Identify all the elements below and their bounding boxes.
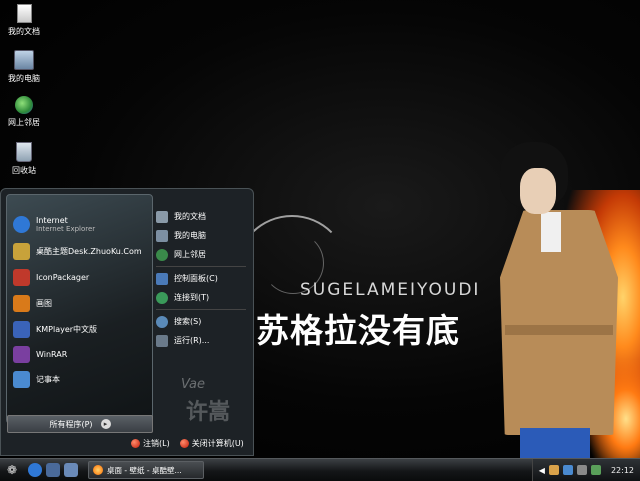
my-computer-icon xyxy=(14,50,34,70)
start-item-label: WinRAR xyxy=(36,349,68,359)
network-icon xyxy=(156,248,168,261)
start-item-label: 记事本 xyxy=(36,374,60,384)
places-item-label: 网上邻居 xyxy=(174,250,206,259)
places-item-network[interactable]: 网上邻居 xyxy=(156,245,251,264)
winrar-icon xyxy=(13,345,30,363)
places-item-search[interactable]: 搜索(S) xyxy=(156,312,251,331)
xusong-logo-text: 许嵩 xyxy=(186,400,231,425)
browser-icon xyxy=(93,465,103,475)
chevron-left-icon[interactable]: ◀ xyxy=(539,466,545,475)
iconpackager-icon xyxy=(13,268,30,286)
places-separator xyxy=(156,266,246,267)
notepad-icon xyxy=(13,370,30,388)
connect-to-icon xyxy=(156,291,168,304)
start-item-internet[interactable]: Internet Internet Explorer xyxy=(13,213,95,235)
kmplayer-icon xyxy=(13,320,30,338)
taskbar: ❁ 桌面 - 壁纸 - 桌酷壁... ◀ 22:12 xyxy=(0,458,640,481)
volume-tray-icon[interactable] xyxy=(576,465,587,475)
clock[interactable]: 22:12 xyxy=(611,466,634,475)
all-programs-label: 所有程序(P) xyxy=(49,419,93,429)
desktop-icon-recycle-bin[interactable]: 回收站 xyxy=(4,142,44,176)
wallpaper-chinese-text: 苏格拉没有底 xyxy=(256,311,460,350)
vae-logo-text: Vae xyxy=(181,377,206,392)
start-item-label: 画图 xyxy=(36,298,52,308)
taskbar-task-label: 桌面 - 壁纸 - 桌酷壁... xyxy=(107,465,182,475)
arrow-right-icon: ▸ xyxy=(100,419,111,429)
power-icon xyxy=(179,439,189,448)
places-item-label: 搜索(S) xyxy=(174,317,202,326)
my-documents-icon xyxy=(156,210,168,223)
desktop-icon-my-computer[interactable]: 我的电脑 xyxy=(4,50,44,84)
start-item-sublabel: Internet Explorer xyxy=(36,224,96,233)
start-item-label: IconPackager xyxy=(36,272,90,282)
places-item-label: 我的电脑 xyxy=(174,231,206,240)
shutdown-label: 关闭计算机(U) xyxy=(191,439,244,448)
start-item-winrar[interactable]: WinRAR xyxy=(13,343,67,365)
paint-icon xyxy=(13,294,30,312)
network-tray-icon[interactable] xyxy=(548,465,559,475)
internet-explorer-icon xyxy=(13,215,30,233)
security-tray-icon[interactable] xyxy=(562,465,573,475)
start-item-label: 桌酷主题Desk.ZhuoKu.Com xyxy=(36,246,142,256)
wallpaper-latin-text: SUGELAMEIYOUDI xyxy=(300,280,481,300)
shutdown-button[interactable]: 关闭计算机(U) xyxy=(179,438,244,449)
start-item-iconpackager[interactable]: IconPackager xyxy=(13,266,89,288)
places-item-control-panel[interactable]: 控制面板(C) xyxy=(156,269,251,288)
start-item-label: KMPlayer中文版 xyxy=(36,324,98,334)
recycle-bin-icon xyxy=(16,142,32,162)
places-item-label: 连接到(T) xyxy=(174,293,210,302)
show-desktop-icon[interactable] xyxy=(46,463,60,477)
search-icon xyxy=(156,315,168,328)
my-documents-icon xyxy=(16,4,32,23)
start-menu: Internet Internet Explorer 桌酷主题Desk.Zhuo… xyxy=(0,188,254,456)
start-item-kmplayer[interactable]: KMPlayer中文版 xyxy=(13,318,97,340)
start-item-zhuoku-theme[interactable]: 桌酷主题Desk.ZhuoKu.Com xyxy=(13,240,142,262)
logoff-icon xyxy=(131,439,140,448)
places-separator xyxy=(156,309,246,310)
places-item-my-documents[interactable]: 我的文档 xyxy=(156,207,251,226)
start-menu-footer: 注销(L) 关闭计算机(U) xyxy=(131,438,244,449)
places-item-my-computer[interactable]: 我的电脑 xyxy=(156,226,251,245)
desktop-icon-network[interactable]: 网上邻居 xyxy=(4,96,44,128)
places-item-run[interactable]: 运行(R)... xyxy=(156,331,251,350)
start-item-label: Internet xyxy=(36,215,68,225)
all-programs-button[interactable]: 所有程序(P) ▸ xyxy=(7,415,153,433)
ie-quicklaunch-icon[interactable] xyxy=(28,463,42,477)
places-item-label: 控制面板(C) xyxy=(174,274,218,283)
start-item-paint[interactable]: 画图 xyxy=(13,292,52,314)
places-item-connect-to[interactable]: 连接到(T) xyxy=(156,288,251,307)
desktop-icon-label: 网上邻居 xyxy=(8,118,40,127)
network-icon xyxy=(15,96,33,114)
desktop-icon-label: 我的电脑 xyxy=(8,74,40,83)
my-computer-icon xyxy=(156,229,168,242)
desktop-icon-label: 回收站 xyxy=(12,166,36,175)
places-item-label: 运行(R)... xyxy=(174,336,210,345)
start-button[interactable]: ❁ xyxy=(0,459,24,481)
app-tray-icon[interactable] xyxy=(590,465,601,475)
taskbar-task-desktop-wallpaper[interactable]: 桌面 - 壁纸 - 桌酷壁... xyxy=(88,461,204,479)
start-menu-programs-panel: Internet Internet Explorer 桌酷主题Desk.Zhuo… xyxy=(6,194,153,424)
run-icon xyxy=(156,334,168,347)
media-player-icon[interactable] xyxy=(64,463,78,477)
desktop-icon-my-documents[interactable]: 我的文档 xyxy=(4,4,44,37)
logoff-button[interactable]: 注销(L) xyxy=(131,438,170,449)
system-tray: ◀ 22:12 xyxy=(531,459,640,481)
control-panel-icon xyxy=(156,272,168,285)
start-menu-places-panel: 我的文档 我的电脑 网上邻居 控制面板(C) 连接到(T) 搜索(S) 运行(R… xyxy=(156,207,251,350)
places-item-label: 我的文档 xyxy=(174,212,206,221)
start-orb-icon: ❁ xyxy=(6,463,18,477)
zhuoku-theme-icon xyxy=(13,242,30,260)
logoff-label: 注销(L) xyxy=(143,439,170,448)
desktop-icon-label: 我的文档 xyxy=(8,27,40,36)
start-item-notepad[interactable]: 记事本 xyxy=(13,368,60,390)
